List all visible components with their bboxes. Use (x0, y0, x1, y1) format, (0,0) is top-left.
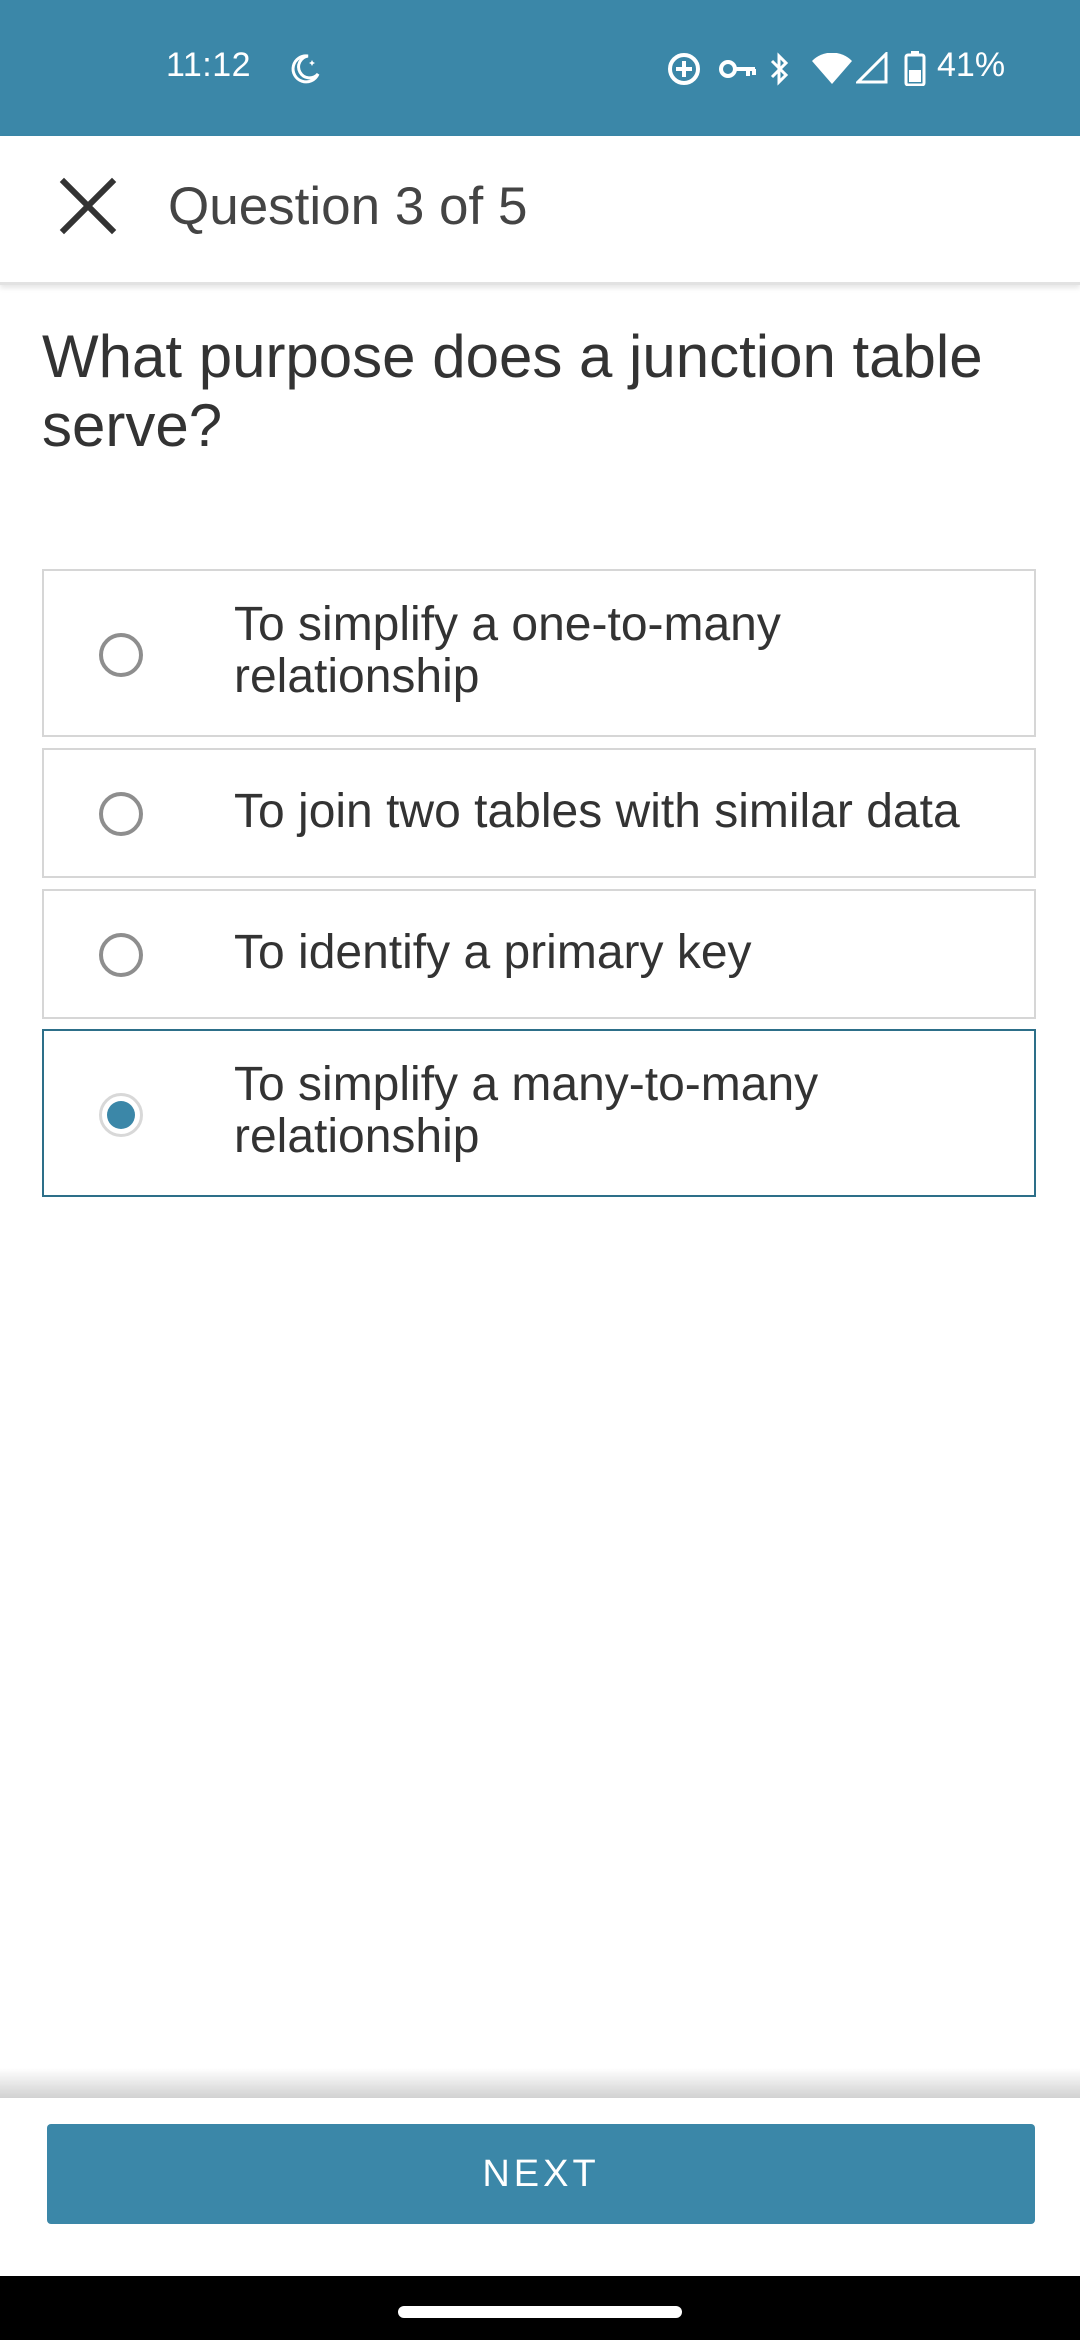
home-gesture-handle[interactable] (398, 2306, 682, 2318)
footer-shadow (0, 2068, 1080, 2098)
answer-option-3[interactable]: To identify a primary key (42, 889, 1036, 1019)
vpn-key-icon (718, 56, 758, 87)
question-text: What purpose does a junction table serve… (42, 323, 983, 459)
status-time: 11:12 (166, 46, 252, 84)
bluetooth-icon (766, 51, 794, 92)
radio-button[interactable] (99, 792, 143, 836)
wifi-icon (812, 52, 852, 90)
answer-option-label: To join two tables with similar data (234, 785, 960, 838)
answer-option-label: To simplify a many-to-many relationship (234, 1058, 819, 1163)
next-button[interactable]: NEXT (47, 2124, 1035, 2224)
page-title: Question 3 of 5 (168, 177, 528, 236)
answer-option-4[interactable]: To simplify a many-to-many relationship (42, 1029, 1036, 1197)
radio-button[interactable] (99, 633, 143, 677)
data-saver-icon (666, 51, 702, 92)
radio-button-selected[interactable] (99, 1093, 143, 1137)
answer-option-label: To simplify a one-to-many relationship (234, 598, 781, 703)
radio-selected-dot (107, 1101, 135, 1129)
signal-icon (854, 50, 888, 89)
battery-icon (904, 50, 926, 91)
answer-option-2[interactable]: To join two tables with similar data (42, 748, 1036, 878)
answer-option-label: To identify a primary key (234, 926, 752, 979)
battery-percent: 41% (937, 46, 1006, 84)
status-bar: 11:12 41% (0, 0, 1080, 136)
radio-button[interactable] (99, 933, 143, 977)
app-bar (0, 136, 1080, 285)
close-button[interactable] (46, 164, 130, 248)
answer-option-1[interactable]: To simplify a one-to-many relationship (42, 569, 1036, 737)
moon-icon (288, 52, 322, 91)
close-icon (59, 177, 117, 235)
